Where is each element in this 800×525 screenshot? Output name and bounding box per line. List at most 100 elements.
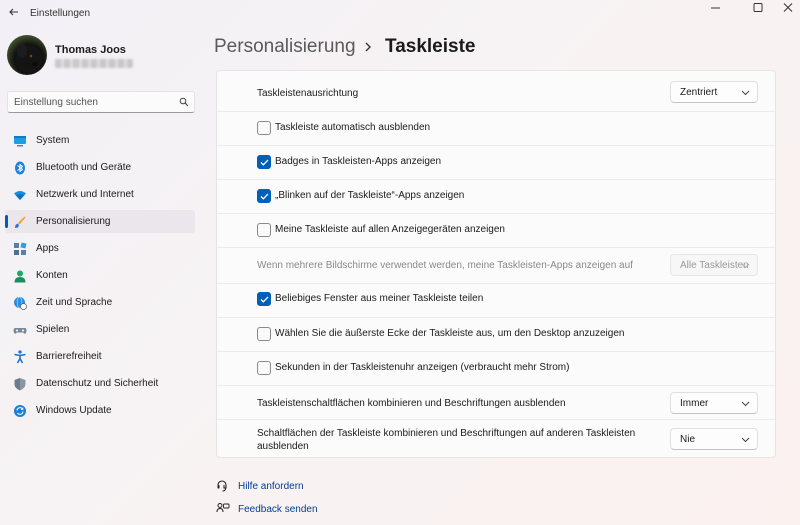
maximize-icon[interactable] — [746, 1, 770, 15]
avatar[interactable] — [7, 35, 47, 75]
sidebar-item-accessibility[interactable]: Barrierefreiheit — [5, 345, 195, 368]
brush-icon — [15, 216, 26, 228]
chevron-right-icon — [365, 42, 371, 52]
combine-other-label-line2: ausblenden — [257, 441, 309, 452]
sidebar-item-label: Netzwerk und Internet — [36, 189, 134, 200]
show-desktop-checkbox[interactable] — [257, 327, 271, 341]
window-title: Einstellungen — [30, 8, 91, 19]
sidebar-item-label: Zeit und Sprache — [36, 297, 113, 308]
sidebar-item-time-language[interactable]: Zeit und Sprache — [5, 291, 195, 314]
clock-seconds-label: Sekunden in der Taskleistenuhr anzeigen … — [275, 362, 570, 373]
sidebar-item-personalization[interactable]: Personalisierung — [5, 210, 195, 233]
sidebar-item-accounts[interactable]: Konten — [5, 264, 195, 287]
sidebar-item-label: Personalisierung — [36, 216, 111, 227]
sidebar-item-privacy[interactable]: Datenschutz und Sicherheit — [5, 372, 195, 395]
combine-value: Immer — [680, 398, 709, 409]
multi-monitor-value: Alle Taskleisten — [680, 260, 749, 271]
sidebar-item-label: System — [36, 135, 70, 146]
sidebar-item-label: Bluetooth und Geräte — [36, 162, 132, 173]
alignment-value: Zentriert — [680, 87, 718, 98]
globe-clock-icon — [14, 296, 27, 310]
combine-label: Taskleistenschaltflächen kombinieren und… — [257, 398, 566, 409]
share-window-checkbox[interactable] — [257, 292, 271, 306]
help-icon[interactable] — [216, 479, 230, 493]
back-arrow-icon[interactable] — [8, 6, 20, 18]
sidebar-item-label: Barrierefreiheit — [36, 351, 102, 362]
setting-row-share-window[interactable]: Beliebiges Fenster aus meiner Taskleiste… — [217, 283, 775, 317]
selection-indicator — [5, 215, 8, 228]
alignment-label: Taskleistenausrichtung — [257, 88, 359, 99]
sidebar-item-label: Konten — [36, 270, 68, 281]
setting-row-badges[interactable]: Badges in Taskleisten-Apps anzeigen — [217, 145, 775, 179]
setting-row-multi-monitor: Wenn mehrere Bildschirme verwendet werde… — [217, 247, 775, 283]
autohide-label: Taskleiste automatisch ausblenden — [275, 122, 431, 133]
feedback-link[interactable]: Feedback senden — [238, 504, 318, 515]
multi-monitor-dropdown: Alle Taskleisten — [670, 254, 758, 276]
all-displays-checkbox[interactable] — [257, 223, 271, 237]
close-icon[interactable] — [776, 1, 800, 15]
gamepad-icon — [13, 328, 27, 334]
apps-icon — [14, 242, 27, 255]
sidebar-item-gaming[interactable]: Spielen — [5, 318, 195, 341]
multi-monitor-label: Wenn mehrere Bildschirme verwendet werde… — [257, 260, 633, 271]
share-window-label: Beliebiges Fenster aus meiner Taskleiste… — [275, 293, 484, 304]
checkmark-icon — [260, 193, 269, 200]
badges-checkbox[interactable] — [257, 155, 271, 169]
feedback-icon[interactable] — [216, 502, 230, 516]
shield-icon — [14, 378, 26, 391]
setting-row-flashing[interactable]: „Blinken auf der Taskleiste“-Apps anzeig… — [217, 179, 775, 213]
user-name: Thomas Joos — [55, 44, 126, 56]
dog-photo-icon — [17, 44, 41, 70]
autohide-checkbox[interactable] — [257, 121, 271, 135]
chevron-down-icon — [741, 437, 750, 443]
sidebar-item-bluetooth[interactable]: Bluetooth und Geräte — [5, 156, 195, 179]
chevron-down-icon — [741, 90, 750, 96]
search-icon[interactable] — [179, 97, 189, 107]
user-email-redacted — [55, 59, 133, 68]
combine-dropdown[interactable]: Immer — [670, 392, 758, 414]
setting-row-combine: Taskleistenschaltflächen kombinieren und… — [217, 385, 775, 419]
setting-row-alignment: Taskleistenausrichtung Zentriert — [217, 71, 775, 111]
sidebar-item-label: Spielen — [36, 324, 70, 335]
sidebar-item-network[interactable]: Netzwerk und Internet — [5, 183, 195, 206]
account-icon — [14, 270, 26, 283]
taskbar-behaviors-card: Taskleistenausrichtung Zentriert Tasklei… — [216, 70, 776, 458]
sidebar-item-label: Apps — [36, 243, 59, 254]
badges-label: Badges in Taskleisten-Apps anzeigen — [275, 156, 442, 167]
sidebar-item-label: Windows Update — [36, 405, 112, 416]
flashing-checkbox[interactable] — [257, 189, 271, 203]
setting-row-show-desktop[interactable]: Wählen Sie die äußerste Ecke der Tasklei… — [217, 317, 775, 351]
setting-row-clock-seconds[interactable]: Sekunden in der Taskleistenuhr anzeigen … — [217, 351, 775, 385]
system-icon — [14, 136, 26, 147]
alignment-dropdown[interactable]: Zentriert — [670, 81, 758, 103]
all-displays-label: Meine Taskleiste auf allen Anzeigegeräte… — [275, 224, 505, 235]
setting-row-all-displays[interactable]: Meine Taskleiste auf allen Anzeigegeräte… — [217, 213, 775, 247]
sidebar-item-system[interactable]: System — [5, 129, 195, 152]
minimize-icon[interactable] — [704, 1, 728, 15]
chevron-down-icon — [741, 263, 750, 269]
show-desktop-label: Wählen Sie die äußerste Ecke der Tasklei… — [275, 328, 625, 339]
chevron-down-icon — [741, 401, 750, 407]
checkmark-icon — [260, 296, 269, 303]
search-box[interactable] — [7, 91, 195, 113]
clock-seconds-checkbox[interactable] — [257, 361, 271, 375]
setting-row-combine-other: Schaltflächen der Taskleiste kombinieren… — [217, 419, 775, 457]
setting-row-autohide[interactable]: Taskleiste automatisch ausblenden — [217, 111, 775, 145]
help-link[interactable]: Hilfe anfordern — [238, 481, 304, 492]
combine-other-value: Nie — [680, 434, 696, 445]
wifi-icon — [14, 191, 26, 200]
sidebar-item-windows-update[interactable]: Windows Update — [5, 399, 195, 422]
title-bar: Einstellungen — [0, 0, 800, 26]
bluetooth-icon — [15, 161, 25, 175]
breadcrumb-parent[interactable]: Personalisierung — [214, 36, 356, 58]
search-input[interactable] — [14, 96, 174, 109]
combine-other-label-line1: Schaltflächen der Taskleiste kombinieren… — [257, 428, 636, 439]
sidebar-item-label: Datenschutz und Sicherheit — [36, 378, 159, 389]
checkmark-icon — [260, 159, 269, 166]
page-title: Taskleiste — [385, 36, 476, 57]
accessibility-icon — [14, 350, 26, 364]
update-icon — [14, 405, 26, 417]
sidebar-item-apps[interactable]: Apps — [5, 237, 195, 260]
combine-other-dropdown[interactable]: Nie — [670, 428, 758, 450]
flashing-label: „Blinken auf der Taskleiste“-Apps anzeig… — [275, 190, 465, 201]
